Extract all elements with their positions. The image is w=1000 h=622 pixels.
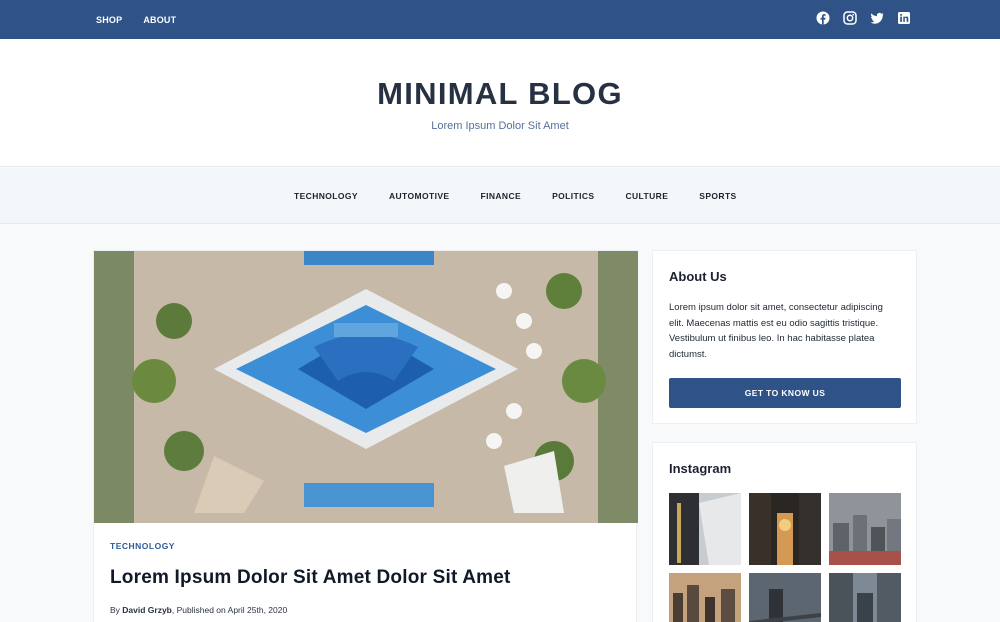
post-card: TECHNOLOGY Lorem Ipsum Dolor Sit Amet Do… (93, 250, 638, 622)
category-automotive[interactable]: AUTOMOTIVE (389, 191, 450, 201)
post-published: , Published on April 25th, 2020 (171, 605, 288, 615)
facebook-icon[interactable] (816, 11, 830, 25)
category-sports[interactable]: SPORTS (699, 191, 736, 201)
about-title: About Us (669, 269, 727, 284)
category-culture[interactable]: CULTURE (625, 191, 668, 201)
linkedin-icon[interactable] (897, 11, 911, 25)
category-finance[interactable]: FINANCE (481, 191, 522, 201)
post-title[interactable]: Lorem Ipsum Dolor Sit Amet Dolor Sit Ame… (110, 567, 511, 589)
category-technology[interactable]: TECHNOLOGY (294, 191, 358, 201)
blog-subtitle: Lorem Ipsum Dolor Sit Amet (431, 120, 569, 132)
post-meta: By David Grzyb, Published on April 25th,… (110, 605, 287, 615)
twitter-icon[interactable] (870, 11, 884, 25)
instagram-photo[interactable] (669, 573, 741, 622)
post-meta-by: By (110, 605, 123, 615)
top-bar: SHOP ABOUT (0, 0, 1000, 39)
category-list: TECHNOLOGY AUTOMOTIVE FINANCE POLITICS C… (294, 168, 737, 224)
instagram-grid (669, 493, 901, 622)
category-nav: TECHNOLOGY AUTOMOTIVE FINANCE POLITICS C… (0, 168, 1000, 224)
blog-header: MINIMAL BLOG Lorem Ipsum Dolor Sit Amet (0, 39, 1000, 167)
blog-title[interactable]: MINIMAL BLOG (0, 76, 1000, 112)
instagram-photo[interactable] (829, 493, 901, 565)
instagram-title: Instagram (669, 461, 732, 476)
top-nav: SHOP ABOUT (96, 0, 176, 39)
instagram-widget: Instagram (652, 442, 917, 622)
get-to-know-us-button[interactable]: GET TO KNOW US (669, 378, 901, 408)
instagram-icon[interactable] (843, 11, 857, 25)
post-featured-image[interactable] (94, 251, 638, 523)
instagram-photo[interactable] (749, 573, 821, 622)
instagram-photo[interactable] (829, 573, 901, 622)
about-widget: About Us Lorem ipsum dolor sit amet, con… (652, 250, 917, 424)
post-category[interactable]: TECHNOLOGY (110, 541, 175, 551)
shop-link[interactable]: SHOP (96, 15, 122, 25)
social-links (816, 11, 911, 25)
about-text: Lorem ipsum dolor sit amet, consectetur … (669, 302, 883, 361)
category-politics[interactable]: POLITICS (552, 191, 594, 201)
about-link[interactable]: ABOUT (143, 15, 176, 25)
instagram-photo[interactable] (749, 493, 821, 565)
instagram-photo[interactable] (669, 493, 741, 565)
post-author[interactable]: David Grzyb (122, 605, 172, 615)
